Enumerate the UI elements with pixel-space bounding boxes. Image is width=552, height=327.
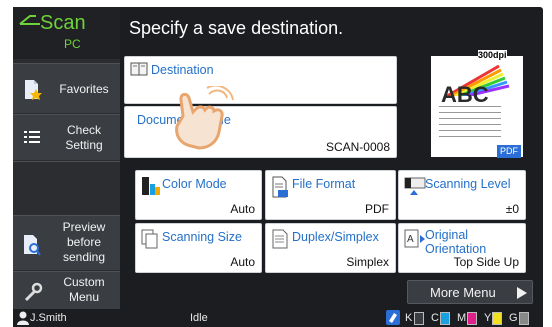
text-line bbox=[439, 118, 501, 119]
duplex-simplex-label: Duplex/Simplex bbox=[292, 230, 379, 244]
text-line bbox=[439, 124, 501, 125]
page-title: Specify a save destination. bbox=[129, 18, 344, 38]
text-line bbox=[439, 112, 501, 113]
toner-label-y: Y bbox=[484, 312, 492, 324]
toner-label-k: K bbox=[405, 312, 413, 324]
duplex-icon bbox=[272, 229, 288, 249]
sidebar-item-label: Preview before sending bbox=[62, 220, 106, 264]
wifi-direct-icon[interactable] bbox=[386, 310, 400, 325]
color-mode-icon bbox=[142, 177, 160, 195]
user-name[interactable]: J.Smith bbox=[30, 312, 67, 324]
color-mode-label: Color Mode bbox=[162, 177, 227, 191]
favorites-icon bbox=[25, 80, 42, 100]
color-mode-value: Auto bbox=[230, 202, 255, 216]
duplex-simplex-button[interactable]: Duplex/Simplex Simplex bbox=[265, 223, 396, 273]
color-mode-button[interactable]: Color Mode Auto bbox=[135, 170, 262, 220]
toner-level-k bbox=[414, 312, 424, 325]
sidebar-item-preview[interactable]: Preview before sending bbox=[13, 215, 120, 270]
sidebar-item-label: Custom Menu bbox=[63, 275, 105, 304]
sidebar-item-label: Check Setting bbox=[65, 123, 103, 152]
scanning-size-button[interactable]: Scanning Size Auto bbox=[135, 223, 262, 273]
app-subtitle: PC bbox=[64, 37, 81, 51]
scanning-level-icon bbox=[404, 177, 426, 195]
list-icon bbox=[24, 131, 40, 143]
app-title: Scan bbox=[40, 12, 86, 34]
text-line bbox=[439, 130, 501, 131]
sidebar-spacer bbox=[13, 161, 120, 214]
toner-level-g bbox=[519, 312, 529, 325]
sidebar-item-check-setting[interactable]: Check Setting bbox=[13, 114, 120, 160]
toner-level-m bbox=[467, 312, 477, 325]
machine-status: Idle bbox=[190, 312, 208, 324]
wrench-icon bbox=[24, 282, 43, 302]
file-format-value: PDF bbox=[365, 202, 389, 216]
text-line bbox=[439, 136, 501, 137]
original-orientation-value: Top Side Up bbox=[453, 255, 519, 269]
sidebar-item-custom-menu[interactable]: Custom Menu bbox=[13, 271, 120, 309]
duplex-simplex-value: Simplex bbox=[346, 255, 389, 269]
book-icon bbox=[130, 62, 148, 76]
orientation-icon: A bbox=[404, 229, 425, 248]
tap-hand-icon bbox=[175, 86, 234, 150]
scanning-size-label: Scanning Size bbox=[162, 230, 242, 244]
user-icon bbox=[17, 311, 29, 325]
document-name-value: SCAN-0008 bbox=[325, 140, 390, 154]
file-format-icon bbox=[272, 176, 288, 198]
play-arrow-icon bbox=[517, 287, 527, 299]
preview-icon bbox=[24, 235, 41, 256]
toner-label-m: M bbox=[457, 312, 467, 324]
toner-level-y bbox=[492, 312, 502, 325]
scanning-level-value: ±0 bbox=[505, 202, 519, 216]
preview-sample-text: ABC bbox=[441, 82, 489, 107]
file-format-label: File Format bbox=[292, 177, 356, 191]
original-orientation-label: Original Orientation bbox=[425, 228, 487, 256]
toner-level-c bbox=[440, 312, 450, 325]
more-menu-button[interactable]: More Menu bbox=[407, 280, 533, 304]
sidebar-item-label: Favorites bbox=[59, 82, 109, 96]
scanning-size-value: Auto bbox=[230, 255, 255, 269]
original-orientation-button[interactable]: A Original Orientation Top Side Up bbox=[398, 223, 526, 273]
scanning-level-label: Scanning Level bbox=[425, 177, 511, 191]
scanning-level-button[interactable]: Scanning Level ±0 bbox=[398, 170, 526, 220]
toner-label-g: G bbox=[509, 312, 518, 324]
scan-arrow-icon bbox=[19, 15, 40, 25]
svg-text:A: A bbox=[407, 234, 414, 245]
file-format-button[interactable]: File Format PDF bbox=[265, 170, 396, 220]
destination-label: Destination bbox=[151, 63, 214, 77]
toner-label-c: C bbox=[431, 312, 439, 324]
dpi-label: 300dpi bbox=[478, 50, 507, 60]
pdf-badge: PDF bbox=[497, 145, 521, 158]
scanning-size-icon bbox=[141, 229, 158, 249]
sidebar-item-favorites[interactable]: Favorites bbox=[13, 63, 120, 113]
more-menu-label: More Menu bbox=[430, 285, 496, 300]
